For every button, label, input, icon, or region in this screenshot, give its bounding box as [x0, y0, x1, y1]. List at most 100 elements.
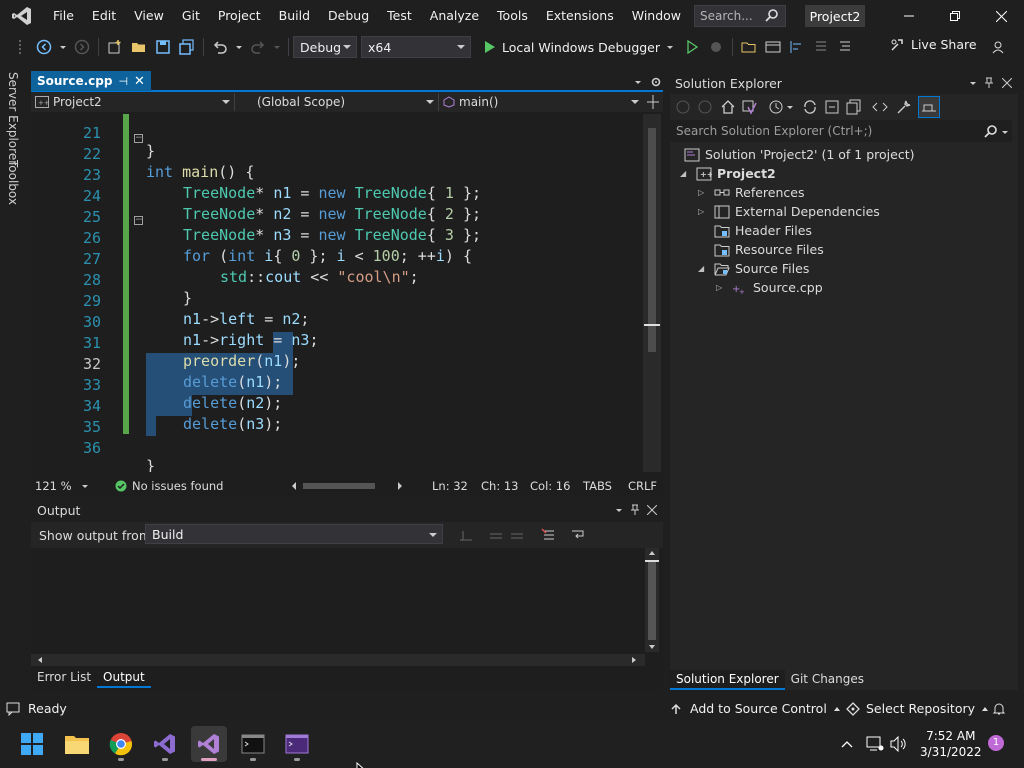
server-explorer-tab[interactable]: Server Explorer — [6, 72, 20, 165]
pin-icon[interactable] — [630, 504, 640, 516]
switch-views-icon[interactable] — [742, 99, 758, 115]
code-text-area[interactable]: − − 21 } 22 int main() { 23 TreeNode* n1… — [31, 114, 651, 472]
scroll-right-icon[interactable] — [631, 656, 637, 664]
gear-icon[interactable] — [650, 76, 662, 88]
tab-output[interactable]: Output — [97, 668, 151, 688]
tab-solution-explorer[interactable]: Solution Explorer — [670, 670, 785, 690]
undo-dropdown-icon[interactable] — [234, 37, 244, 57]
open-file-icon[interactable] — [129, 37, 149, 57]
menu-edit[interactable]: Edit — [83, 0, 125, 32]
horizontal-scrollbar-thumb[interactable] — [303, 483, 375, 489]
comment-out-icon[interactable] — [811, 37, 831, 57]
collapsed-arrow-icon[interactable]: ▷ — [716, 283, 726, 292]
hot-reload-icon[interactable] — [706, 37, 726, 57]
close-tab-icon[interactable]: ✕ — [134, 74, 145, 89]
add-to-source-control-button[interactable]: Add to Source Control — [670, 701, 841, 716]
output-vertical-scrollbar[interactable] — [645, 548, 659, 652]
output-horizontal-scrollbar[interactable] — [31, 654, 645, 666]
menu-build[interactable]: Build — [270, 0, 319, 32]
collapse-all-icon[interactable] — [824, 99, 840, 115]
menu-project[interactable]: Project — [209, 0, 270, 32]
scroll-down-icon[interactable] — [648, 644, 656, 650]
notification-count-badge[interactable]: 1 — [988, 735, 1004, 751]
chevron-down-icon[interactable] — [1001, 128, 1009, 136]
clear-all-icon[interactable] — [541, 528, 555, 542]
home-icon[interactable] — [720, 99, 736, 115]
live-share-button[interactable]: Live Share — [890, 36, 977, 52]
show-all-files-icon[interactable] — [846, 99, 862, 115]
menu-analyze[interactable]: Analyze — [421, 0, 488, 32]
solution-platform-select[interactable]: x64 — [361, 36, 471, 58]
pending-changes-filter-icon[interactable] — [768, 99, 784, 115]
toolbox-tab[interactable]: Toolbox — [6, 160, 20, 205]
menu-window[interactable]: Window — [623, 0, 690, 32]
forward-icon[interactable] — [698, 100, 712, 114]
menu-debug[interactable]: Debug — [319, 0, 378, 32]
taskbar-vs-code[interactable] — [147, 726, 183, 762]
notifications-bell-icon[interactable] — [992, 702, 1006, 716]
chevron-down-icon[interactable] — [81, 482, 89, 490]
menu-file[interactable]: File — [44, 0, 83, 32]
indent-mode[interactable]: TABS — [583, 479, 612, 493]
restore-button[interactable] — [932, 0, 978, 32]
navigate-forward-icon[interactable] — [72, 37, 92, 57]
feedback-icon[interactable] — [988, 37, 1008, 57]
chevron-down-icon[interactable] — [786, 103, 794, 111]
tree-item-source-files[interactable]: ◢ Source Files — [698, 259, 809, 278]
expanded-arrow-icon[interactable]: ◢ — [680, 169, 690, 178]
scrollbar-thumb[interactable] — [648, 562, 656, 640]
network-icon[interactable] — [866, 736, 884, 752]
solution-search-input[interactable]: Search Solution Explorer (Ctrl+;) — [670, 120, 1012, 142]
window-position-dropdown-icon[interactable] — [969, 79, 977, 87]
menu-git[interactable]: Git — [173, 0, 209, 32]
collapsed-arrow-icon[interactable]: ▷ — [698, 207, 708, 216]
system-clock[interactable]: 7:52 AM 3/31/2022 — [920, 728, 982, 760]
next-message-icon[interactable] — [510, 528, 524, 542]
preview-selected-items-button[interactable] — [918, 96, 940, 118]
zoom-level-select[interactable]: 121 % — [35, 479, 72, 493]
scroll-right-icon[interactable] — [395, 481, 405, 491]
output-text-area[interactable] — [31, 548, 663, 666]
char-indicator[interactable]: Ch: 13 — [481, 479, 518, 493]
start-debugging-button[interactable]: Local Windows Debugger — [475, 40, 674, 55]
tree-item-source-cpp[interactable]: ▷ + + Source.cpp — [716, 278, 823, 297]
redo-icon[interactable] — [248, 37, 268, 57]
tab-source-cpp[interactable]: Source.cpp ⊣ ✕ — [31, 71, 151, 91]
split-window-icon[interactable] — [647, 95, 659, 109]
undo-icon[interactable] — [210, 37, 230, 57]
previous-message-icon[interactable] — [489, 528, 503, 542]
tree-item-resource-files[interactable]: Resource Files — [714, 240, 824, 259]
properties-wrench-icon[interactable] — [896, 99, 912, 115]
project-name-badge[interactable]: Project2 — [805, 5, 865, 27]
uncomment-icon[interactable] — [835, 37, 855, 57]
menu-tools[interactable]: Tools — [488, 0, 537, 32]
notification-bubble-icon[interactable] — [6, 702, 20, 716]
tree-item-references[interactable]: ▷ References — [698, 183, 804, 202]
issues-status[interactable]: No issues found — [132, 479, 223, 493]
close-icon[interactable] — [1002, 78, 1012, 88]
save-icon[interactable] — [153, 37, 173, 57]
taskbar-console-window[interactable] — [279, 726, 315, 762]
redo-dropdown-icon[interactable] — [272, 37, 282, 57]
tree-item-external-dependencies[interactable]: ▷ External Dependencies — [698, 202, 880, 221]
scroll-left-icon[interactable] — [37, 656, 43, 664]
scroll-up-icon[interactable] — [648, 550, 656, 556]
editor-vertical-scrollbar[interactable] — [643, 114, 661, 472]
taskbar-chrome[interactable] — [103, 726, 139, 762]
pin-icon[interactable]: ⊣ — [118, 75, 128, 88]
scope-dropdown[interactable]: (Global Scope) — [235, 93, 439, 111]
save-all-icon[interactable] — [177, 37, 197, 57]
global-search-input[interactable]: Search... — [694, 5, 786, 27]
close-window-button[interactable] — [978, 0, 1024, 32]
scroll-left-icon[interactable] — [289, 481, 299, 491]
tree-item-solution[interactable]: Solution 'Project2' (1 of 1 project) — [684, 145, 914, 164]
pin-icon[interactable] — [984, 77, 994, 89]
sync-icon[interactable] — [802, 99, 818, 115]
close-icon[interactable] — [647, 505, 657, 515]
find-message-icon[interactable] — [459, 528, 473, 542]
align-left-icon[interactable] — [787, 37, 807, 57]
start-without-debugging-icon[interactable] — [682, 37, 702, 57]
menu-test[interactable]: Test — [378, 0, 421, 32]
start-button[interactable] — [14, 726, 50, 762]
window-layout-icon[interactable] — [763, 37, 783, 57]
